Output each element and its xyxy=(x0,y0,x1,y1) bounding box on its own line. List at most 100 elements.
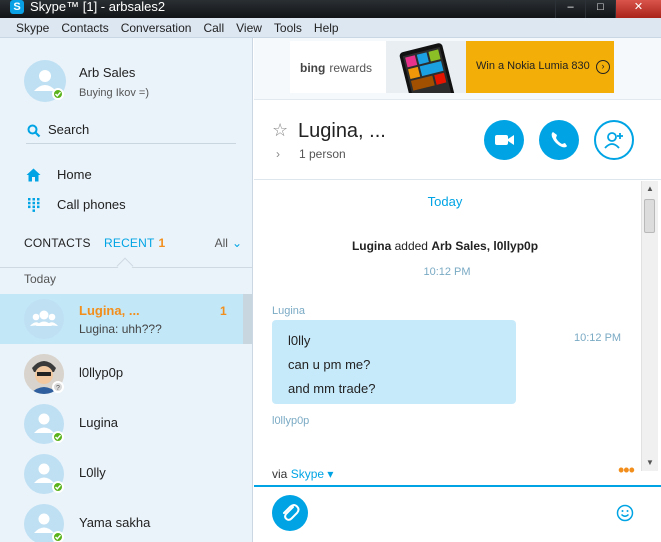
profile-mood[interactable]: Buying Ikov =) xyxy=(79,87,149,99)
day-separator: Today xyxy=(427,194,463,209)
tab-recent-label: RECENT xyxy=(104,236,155,250)
menu-call[interactable]: Call xyxy=(197,18,230,37)
online-status-icon xyxy=(52,531,64,542)
audio-call-button[interactable] xyxy=(539,120,579,160)
online-status-icon xyxy=(52,481,64,493)
search-icon xyxy=(27,124,41,138)
window-title: Skype™ [1] - arbsales2 xyxy=(30,0,166,14)
via-service[interactable]: via Skype ▾ xyxy=(272,467,333,481)
nav-call-phones[interactable]: Call phones xyxy=(26,196,236,216)
favorite-star-icon[interactable]: ☆ xyxy=(272,120,288,141)
unknown-status-icon: ? xyxy=(52,381,64,393)
chevron-right-icon[interactable]: › xyxy=(276,147,280,161)
attach-button[interactable] xyxy=(272,495,308,531)
menu-skype[interactable]: Skype xyxy=(10,18,55,37)
filter-label: All xyxy=(214,236,228,250)
filter-dropdown[interactable]: All ⌄ xyxy=(215,236,242,250)
phone-image-icon xyxy=(386,41,466,93)
bing-rewards-logo: bing rewards xyxy=(300,61,372,75)
menu-contacts[interactable]: Contacts xyxy=(55,18,114,37)
nav-home-label: Home xyxy=(57,167,92,182)
conversation-panel: bing rewards Win a Nokia Lumia 830 › ☆ L… xyxy=(254,38,661,542)
contact-tabs: CONTACTS RECENT 1 All ⌄ xyxy=(24,236,244,256)
next-message-sender: l0llyp0p xyxy=(272,415,310,427)
ad-banner[interactable]: bing rewards Win a Nokia Lumia 830 › xyxy=(290,41,614,93)
skype-window: S Skype™ [1] - arbsales2 – □ ✕ Skype Con… xyxy=(0,0,661,542)
tab-contacts[interactable]: CONTACTS xyxy=(24,236,91,250)
message-line: and mm trade? xyxy=(288,381,376,396)
recent-count-badge: 1 xyxy=(158,236,166,250)
via-prefix: via xyxy=(272,467,288,481)
video-camera-icon xyxy=(495,135,514,145)
message-bubble[interactable]: l0lly can u pm me? and mm trade? xyxy=(272,320,516,404)
search-box[interactable]: Search xyxy=(26,120,236,144)
contact-l0lly[interactable]: L0lly xyxy=(0,449,243,499)
group-avatar xyxy=(24,299,64,339)
message-time: 10:12 PM xyxy=(574,332,622,344)
menu-tools[interactable]: Tools xyxy=(268,18,308,37)
system-message: Lugina added Arb Sales, l0llyp0p xyxy=(254,239,636,253)
nav-call-phones-label: Call phones xyxy=(57,197,126,212)
contact-lollypop[interactable]: ? l0llyp0p xyxy=(0,349,243,399)
nav-home[interactable]: Home xyxy=(26,166,236,186)
add-people-button[interactable] xyxy=(594,120,634,160)
contact-yama-sakha[interactable]: Yama sakha xyxy=(0,499,243,542)
conversation-title[interactable]: Lugina, ... xyxy=(298,120,386,143)
online-status-icon xyxy=(52,88,64,100)
maximize-button[interactable]: □ xyxy=(585,0,615,18)
contact-name: L0lly xyxy=(79,465,106,480)
scroll-thumb[interactable] xyxy=(644,199,655,233)
phone-icon xyxy=(551,132,567,148)
window-controls: – □ ✕ xyxy=(555,0,661,18)
system-message-time: 10:12 PM xyxy=(423,266,471,278)
system-actor: Lugina xyxy=(351,239,392,253)
skype-logo-icon: S xyxy=(10,0,24,14)
tab-indicator xyxy=(116,257,134,275)
contact-name: l0llyp0p xyxy=(79,365,124,380)
more-options-button[interactable]: ••• xyxy=(618,460,635,481)
bing-wordmark: bing xyxy=(300,61,326,75)
arrow-right-icon: › xyxy=(596,60,610,74)
close-button[interactable]: ✕ xyxy=(615,0,661,18)
contact-lugina-group[interactable]: Lugina, ... Lugina: uhh??? 1 xyxy=(0,294,243,344)
menu-view[interactable]: View xyxy=(230,18,268,37)
contact-name: Lugina, ... xyxy=(79,303,140,318)
via-service-name: Skype xyxy=(290,467,325,481)
title-bar: S Skype™ [1] - arbsales2 – □ ✕ xyxy=(0,0,661,18)
participants-count[interactable]: 1 person xyxy=(299,147,346,161)
video-call-button[interactable] xyxy=(484,120,524,160)
message-sender: Lugina xyxy=(272,305,306,317)
minimize-button[interactable]: – xyxy=(555,0,585,18)
search-label: Search xyxy=(48,122,90,137)
chat-history[interactable]: Today Lugina added Arb Sales, l0llyp0p 1… xyxy=(254,181,641,468)
composer-divider xyxy=(254,485,661,487)
chat-scrollbar[interactable]: ▲ ▼ xyxy=(641,181,658,471)
scroll-up-icon[interactable]: ▲ xyxy=(642,181,658,197)
system-targets: Arb Sales, l0llyp0p xyxy=(431,239,539,253)
contact-preview: Lugina: uhh??? xyxy=(79,322,162,336)
emoticon-icon[interactable] xyxy=(616,504,634,522)
caret-down-icon: ▾ xyxy=(324,467,334,481)
ad-text: Win a Nokia Lumia 830 xyxy=(476,60,590,72)
svg-text:?: ? xyxy=(56,385,60,391)
menu-conversation[interactable]: Conversation xyxy=(115,18,198,37)
contact-name: Lugina xyxy=(79,415,119,430)
list-group-label: Today xyxy=(24,272,57,286)
conversation-header: ☆ Lugina, ... › 1 person xyxy=(254,100,661,180)
ad-strip: bing rewards Win a Nokia Lumia 830 › xyxy=(254,38,661,100)
online-status-icon xyxy=(52,431,64,443)
rewards-wordmark: rewards xyxy=(329,61,373,75)
tab-recent[interactable]: RECENT 1 xyxy=(104,236,165,250)
contact-name: Yama sakha xyxy=(79,515,151,530)
scroll-down-icon[interactable]: ▼ xyxy=(642,455,658,471)
unread-badge: 1 xyxy=(220,304,227,318)
contact-list-scrollbar[interactable] xyxy=(243,294,252,344)
contact-lugina[interactable]: Lugina xyxy=(0,399,243,449)
dialpad-icon xyxy=(28,198,40,212)
paperclip-icon xyxy=(283,504,300,521)
add-person-icon xyxy=(604,132,623,149)
menu-help[interactable]: Help xyxy=(308,18,345,37)
sidebar: Arb Sales Buying Ikov =) Search Home Cal… xyxy=(0,38,253,542)
profile-name[interactable]: Arb Sales xyxy=(79,65,135,80)
menu-bar: Skype Contacts Conversation Call View To… xyxy=(0,18,661,38)
